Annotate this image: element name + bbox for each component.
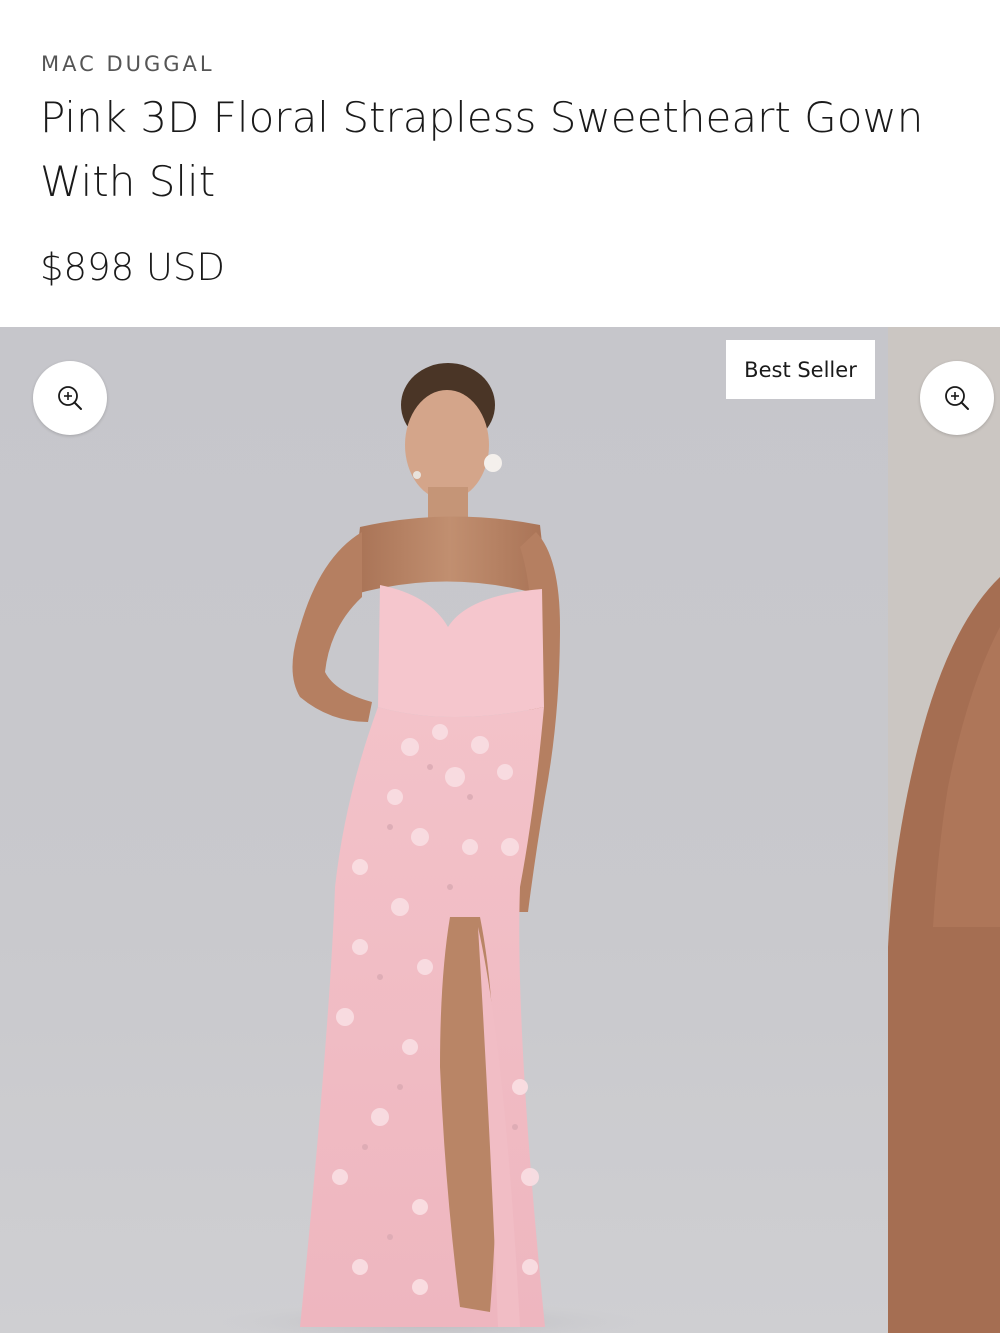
- best-seller-badge: Best Seller: [726, 340, 875, 399]
- zoom-button[interactable]: [33, 361, 107, 435]
- zoom-in-icon: [58, 386, 82, 410]
- model-arm-closeup-image: [888, 327, 1000, 1333]
- product-image-gallery[interactable]: Best Seller: [0, 327, 1000, 1333]
- zoom-button-next[interactable]: [920, 361, 994, 435]
- brand-name[interactable]: MAC DUGGAL: [41, 52, 215, 76]
- model-in-gown-image: [220, 363, 640, 1333]
- product-image-main[interactable]: Best Seller: [0, 327, 888, 1333]
- product-price: $898 USD: [40, 246, 225, 289]
- product-image-next[interactable]: [888, 327, 1000, 1333]
- product-title: Pink 3D Floral Strapless Sweetheart Gown…: [40, 93, 924, 206]
- product-header: MAC DUGGAL Pink 3D Floral Strapless Swee…: [0, 0, 1000, 327]
- zoom-in-icon: [945, 386, 969, 410]
